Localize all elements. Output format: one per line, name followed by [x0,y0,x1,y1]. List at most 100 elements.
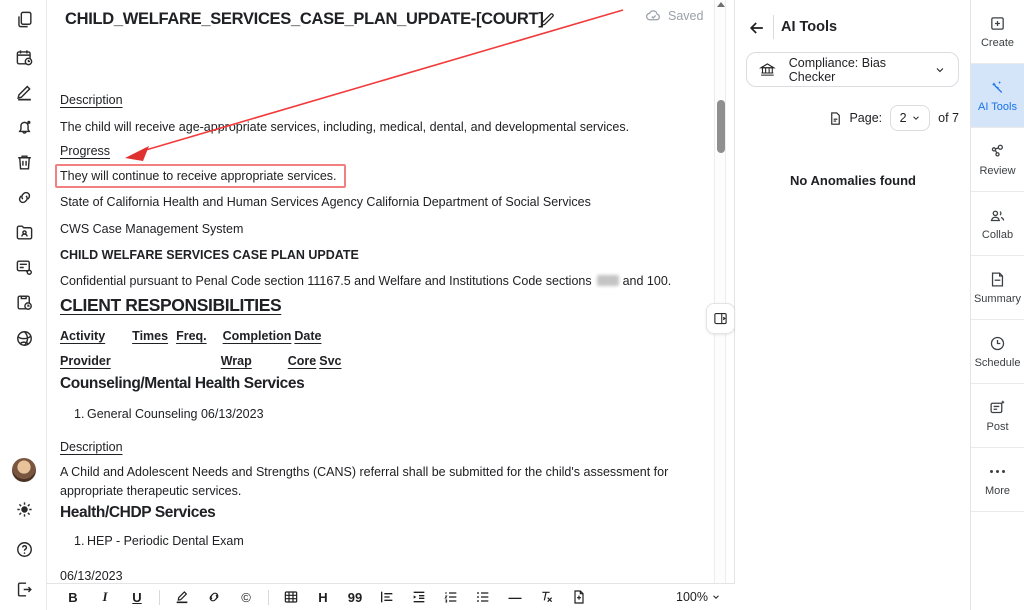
folder-user-icon[interactable] [13,221,35,243]
underline-button[interactable]: U [124,585,150,609]
table-header-row-1: ActivityTimesFreq.CompletionDate [60,328,321,344]
panel-toggle-button[interactable] [706,303,735,334]
rail-item-ai-tools[interactable]: AI Tools [971,64,1024,128]
table-header-row-2: ProviderWrapCoreSvc [60,353,341,369]
chevron-down-icon [911,113,921,123]
page-select-dropdown[interactable]: 2 [890,105,930,131]
left-sidebar [0,0,47,610]
document-scrollbar[interactable] [714,0,726,583]
trash-icon[interactable] [13,151,35,173]
rail-item-more[interactable]: More [971,448,1024,512]
summary-doc-icon [989,271,1006,288]
highlight-button[interactable] [169,585,195,609]
table-icon [283,589,299,605]
post-card-icon [989,399,1006,416]
cans-description-text: A Child and Adolescent Needs and Strengt… [60,463,708,501]
collab-people-icon [989,207,1006,224]
form-edit-icon[interactable] [13,256,35,278]
ordered-list-button[interactable] [438,585,464,609]
anomaly-result-text: No Anomalies found [736,173,970,188]
clear-format-icon [539,589,555,605]
help-icon[interactable] [13,538,35,560]
description-label: Description [60,92,123,108]
signature-icon[interactable] [13,81,35,103]
document-content[interactable]: Description The child will receive age-a… [47,0,734,583]
toolbar-divider [159,590,160,605]
clear-format-button[interactable] [534,585,560,609]
scrollbar-thumb[interactable] [717,100,725,153]
feature-rail: Create AI Tools Review Collab Summary Sc… [970,0,1024,610]
user-avatar[interactable] [12,458,36,482]
copyright-button[interactable]: © [233,585,259,609]
horizontal-rule-button[interactable]: — [502,585,528,609]
cws-line: CWS Case Management System [60,221,243,237]
globe-icon[interactable] [13,327,35,349]
calendar-clock-icon[interactable] [13,46,35,68]
link-icon[interactable] [13,186,35,208]
clipboard-clock-icon[interactable] [13,291,35,313]
annotation-highlight-box: They will continue to receive appropriat… [55,164,346,188]
health-list-item: 1.HEP - Periodic Dental Exam [60,533,244,549]
bullet-list-icon [475,589,491,605]
client-responsibilities-heading: CLIENT RESPONSIBILITIES [60,297,281,313]
header-divider [773,15,774,39]
rail-item-review[interactable]: Review [971,128,1024,192]
toolbar-divider [268,590,269,605]
chevron-down-icon [711,592,721,602]
rail-item-schedule[interactable]: Schedule [971,320,1024,384]
review-nodes-icon [989,143,1006,160]
copy-icon[interactable] [13,8,35,30]
counseling-heading: Counseling/Mental Health Services [60,376,304,392]
zoom-level: 100% [676,590,708,604]
rail-item-post[interactable]: Post [971,384,1024,448]
confidential-line: Confidential pursuant to Penal Code sect… [60,273,671,289]
settings-gear-icon[interactable] [13,498,35,520]
insert-link-button[interactable] [201,585,227,609]
page-navigation: Page: 2 of 7 [828,105,959,131]
page-icon [828,111,843,126]
page-label: Page: [849,111,882,125]
compliance-bank-icon [759,61,776,78]
state-line: State of California Health and Human Ser… [60,194,591,210]
ai-tools-panel: AI Tools Compliance: Bias Checker Page: … [736,0,970,610]
bold-button[interactable]: B [60,585,86,609]
formatting-toolbar: B I U © H 99 — 100% [47,583,735,610]
back-arrow-icon[interactable] [747,18,767,38]
page-break-icon [571,589,587,605]
schedule-clock-icon [989,335,1006,352]
rail-item-summary[interactable]: Summary [971,256,1024,320]
notifications-icon[interactable] [13,116,35,138]
page-total: of 7 [938,111,959,125]
tool-selector-dropdown[interactable]: Compliance: Bias Checker [746,52,959,87]
tool-selector-label: Compliance: Bias Checker [789,56,934,84]
more-dots-icon [990,463,1005,480]
highlight-icon [174,589,190,605]
rail-item-create[interactable]: Create [971,0,1024,64]
insert-table-button[interactable] [278,585,304,609]
open-panel-icon [713,311,728,326]
indent-button[interactable] [406,585,432,609]
document-editor: CHILD_WELFARE_SERVICES_CASE_PLAN_UPDATE-… [47,0,735,610]
counseling-list-item: 1.General Counseling 06/13/2023 [60,406,264,422]
ai-panel-header: AI Tools [736,0,970,48]
zoom-control[interactable]: 100% [676,590,721,604]
cans-description-label: Description [60,439,123,455]
align-left-button[interactable] [374,585,400,609]
ordered-list-icon [443,589,459,605]
create-plus-icon [989,15,1006,32]
date-line: 06/13/2023 [60,568,123,583]
scroll-up-arrow[interactable] [717,2,725,7]
indent-icon [411,589,427,605]
bullet-list-button[interactable] [470,585,496,609]
chevron-down-icon [934,64,946,76]
logout-icon[interactable] [13,578,35,600]
italic-button[interactable]: I [92,585,118,609]
rail-item-collab[interactable]: Collab [971,192,1024,256]
heading-button[interactable]: H [310,585,336,609]
blockquote-button[interactable]: 99 [342,585,368,609]
update-heading: CHILD WELFARE SERVICES CASE PLAN UPDATE [60,247,359,263]
description-text: The child will receive age-appropriate s… [60,119,629,135]
page-break-button[interactable] [566,585,592,609]
progress-text: They will continue to receive appropriat… [60,169,337,183]
progress-label: Progress [60,143,110,159]
